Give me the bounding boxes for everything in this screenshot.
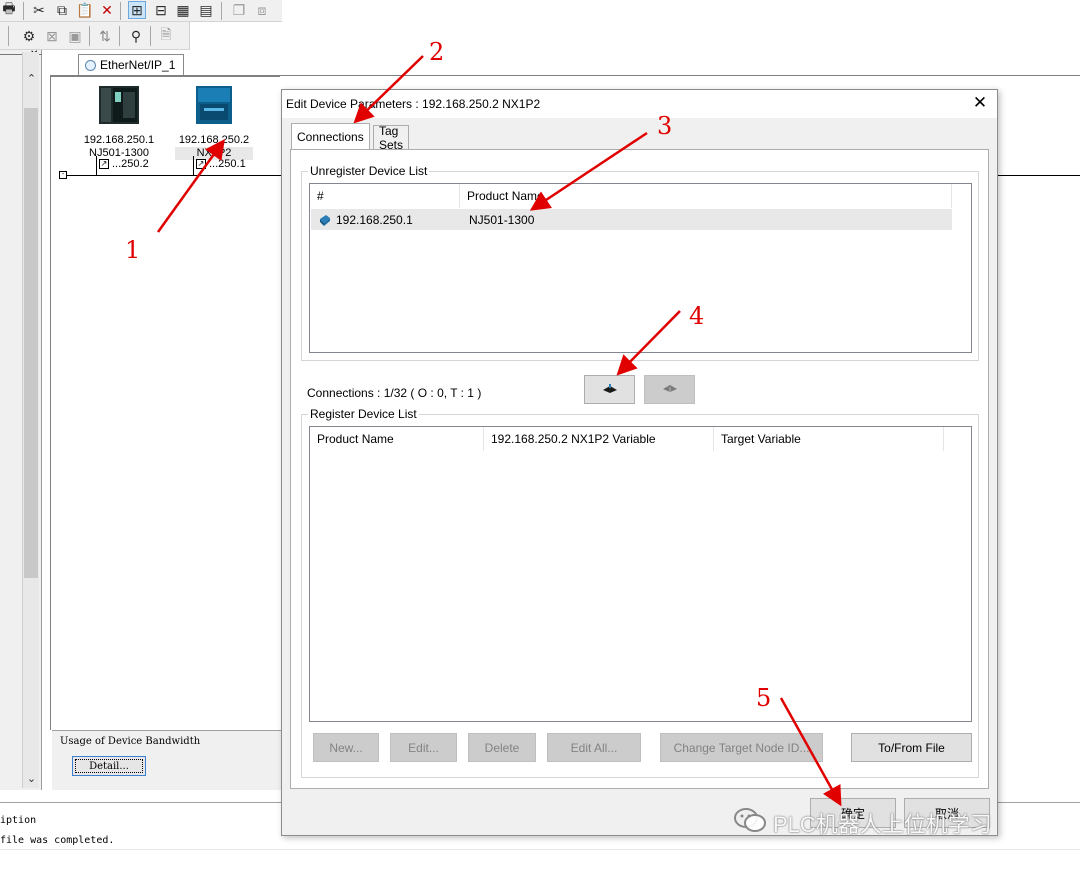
annotation-number-2: 2 [429, 38, 445, 66]
annotation-number-5: 5 [756, 684, 772, 712]
annotation-arrow-3 [529, 131, 648, 211]
annotation-arrow-5 [779, 697, 842, 807]
annotation-number-1: 1 [125, 236, 141, 264]
annotation-arrow-2 [353, 55, 424, 124]
tab-connections[interactable]: Connections [291, 123, 370, 149]
annotation-arrow-1 [156, 138, 225, 233]
annotation-number-4: 4 [689, 302, 705, 330]
annotation-number-3: 3 [657, 112, 673, 140]
annotation-arrow-4 [616, 310, 681, 376]
annotation-arrows [156, 55, 842, 807]
